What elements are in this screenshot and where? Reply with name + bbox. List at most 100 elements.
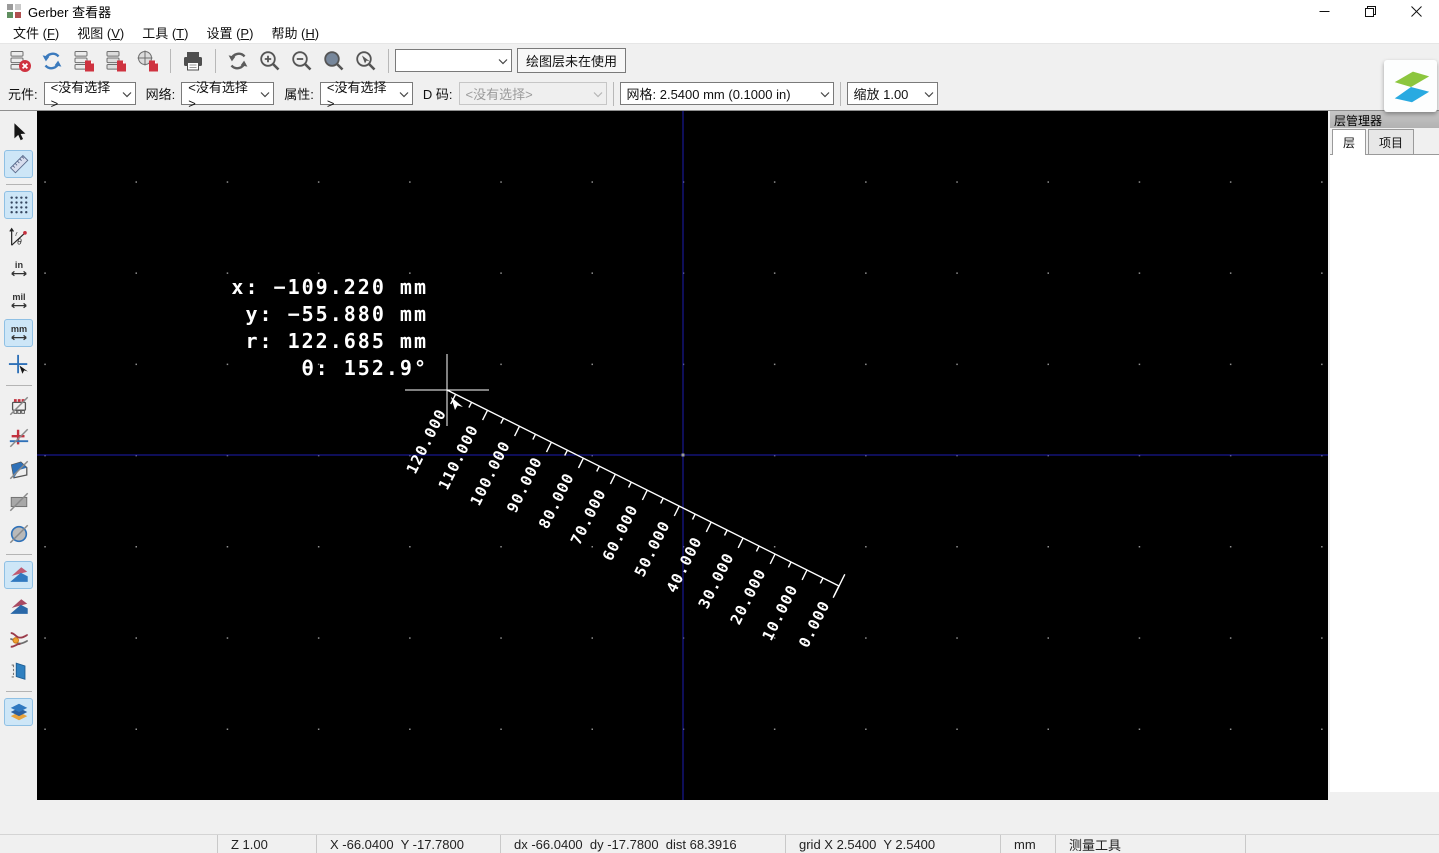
grid-visibility-button[interactable]: [4, 191, 33, 219]
ruler-tick-label: 70.000: [567, 486, 610, 548]
toolbar-separator: [215, 48, 216, 73]
zoom-fit-icon: [324, 50, 344, 70]
open-gerber-icon: [74, 50, 94, 71]
units-inches-button[interactable]: in: [4, 255, 33, 283]
open-drill-file-button[interactable]: [100, 47, 132, 75]
close-button[interactable]: [1393, 0, 1439, 22]
tab-items[interactable]: 项目: [1368, 129, 1415, 154]
sketch-polygons-button[interactable]: [4, 456, 33, 484]
layer-manager-caption[interactable]: 层管理器: [1330, 111, 1439, 128]
attribute-label: 属性:: [284, 87, 314, 102]
sketch-lines-icon: [9, 428, 28, 448]
open-gerber-file-button[interactable]: [68, 47, 100, 75]
zoom-combobox[interactable]: 缩放 1.00: [846, 82, 938, 105]
restore-button[interactable]: [1347, 0, 1393, 22]
chevron-down-icon: [918, 86, 934, 101]
units-mils-button[interactable]: mil: [4, 287, 33, 315]
chevron-down-icon: [814, 86, 830, 101]
select-tool-button[interactable]: [4, 118, 33, 146]
mouse-cursor-icon: [451, 397, 463, 410]
zoom-in-button[interactable]: [254, 47, 286, 75]
svg-text:θ: θ: [17, 237, 22, 246]
grid-combobox[interactable]: 网格: 2.5400 mm (0.1000 in): [619, 82, 834, 105]
chevron-down-icon: [492, 53, 508, 68]
dcode-combobox[interactable]: <没有选择>: [458, 82, 607, 105]
grid-value: 网格: 2.5400 mm (0.1000 in): [626, 87, 791, 102]
readout-line: r: 122.685 mm: [245, 329, 428, 353]
layer-manager-panel: 层管理器 层 项目: [1328, 111, 1439, 800]
menu-tools[interactable]: 工具 (T): [133, 22, 197, 43]
clear-all-layers-button[interactable]: [4, 47, 36, 75]
show-negative-objects-button[interactable]: [4, 488, 33, 516]
redraw-button[interactable]: [222, 47, 254, 75]
polar-coords-icon: r θ: [8, 227, 27, 246]
net-combobox[interactable]: <没有选择>: [181, 80, 275, 111]
open-job-file-button[interactable]: [132, 47, 164, 75]
component-value: <没有选择>: [50, 79, 111, 111]
statusbar-units: mm: [1000, 835, 1055, 853]
layer-select-combobox[interactable]: [395, 49, 512, 72]
component-label: 元件:: [8, 87, 38, 102]
tab-layers[interactable]: 层: [1332, 129, 1367, 155]
open-job-icon: [137, 50, 158, 71]
layer-manager-toggle-button[interactable]: [4, 698, 33, 726]
window-title: Gerber 查看器: [28, 4, 112, 20]
high-contrast-icon: [9, 632, 28, 648]
measure-readout: x: −109.220 mm y: −55.880 mm r: 122.685 mm…: [231, 275, 428, 380]
left-toolbar: r θ in mil mm: [0, 111, 37, 800]
layer-status-label: 绘图层未在使用: [517, 48, 627, 73]
ruler-tick-label: 60.000: [599, 502, 642, 564]
high-contrast-mode-button[interactable]: [4, 625, 33, 653]
readout-line: θ: 152.9°: [302, 356, 428, 380]
ruler-tick-label: 10.000: [759, 582, 802, 644]
titlebar[interactable]: Gerber 查看器: [0, 0, 1439, 22]
menu-help[interactable]: 帮助 (H): [262, 22, 328, 43]
zoom-out-button[interactable]: [286, 47, 318, 75]
app-icon: [6, 3, 22, 19]
cursor-shape-button[interactable]: [4, 351, 33, 379]
layer-list[interactable]: [1330, 154, 1439, 792]
gerber-canvas[interactable]: 0.000 10.000 20.000 30.000 40.000 50.000 60.00…: [37, 111, 1328, 800]
s-logo-overlay[interactable]: [1384, 60, 1437, 112]
minimize-button[interactable]: [1301, 0, 1347, 22]
clear-layers-icon: [10, 50, 31, 72]
component-combobox[interactable]: <没有选择>: [43, 80, 136, 111]
measure-tool-button[interactable]: [4, 150, 33, 178]
net-value: <没有选择>: [188, 79, 248, 111]
svg-text:mm: mm: [10, 324, 26, 334]
zoom-out-icon: [292, 50, 312, 70]
gerber-canvas-svg[interactable]: 0.00010.00020.00030.00040.00050.00060.00…: [37, 111, 1328, 800]
menu-file[interactable]: 文件 (F): [4, 22, 68, 43]
menu-view[interactable]: 视图 (V): [68, 22, 133, 43]
reload-all-layers-button[interactable]: [36, 47, 68, 75]
cursor-icon: [13, 123, 25, 141]
statusbar-position: X -66.0400 Y -17.7800: [316, 835, 500, 853]
diff-mode-icon: [9, 567, 28, 582]
main-toolbar: 绘图层未在使用: [0, 44, 1439, 77]
flip-view-button[interactable]: [4, 657, 33, 685]
zoom-in-icon: [260, 50, 280, 70]
dcodes-icon: [9, 524, 28, 544]
xor-mode-button[interactable]: [4, 593, 33, 621]
polar-coordinates-button[interactable]: r θ: [4, 223, 33, 251]
menu-preferences[interactable]: 设置 (P): [197, 22, 262, 43]
sketch-flashed-items-button[interactable]: [4, 392, 33, 420]
sketch-flashed-icon: [9, 396, 28, 416]
zoom-to-fit-button[interactable]: [318, 47, 350, 75]
units-mm-button[interactable]: mm: [4, 319, 33, 347]
s-logo-icon: [1394, 71, 1429, 103]
ruler-tick-label: 30.000: [695, 550, 738, 612]
ruler-tick-label: 80.000: [535, 470, 578, 532]
show-dcodes-button[interactable]: [4, 520, 33, 548]
statusbar-grid: grid X 2.5400 Y 2.5400: [785, 835, 1000, 853]
units-in-icon: in: [10, 260, 27, 277]
print-button[interactable]: [177, 47, 209, 75]
diff-mode-button[interactable]: [4, 561, 33, 589]
sketch-lines-button[interactable]: [4, 424, 33, 452]
attribute-combobox[interactable]: <没有选择>: [319, 80, 413, 111]
svg-text:mil: mil: [12, 292, 25, 302]
zoom-to-selection-button[interactable]: [350, 47, 382, 75]
statusbar: Z 1.00 X -66.0400 Y -17.7800 dx -66.0400…: [0, 834, 1439, 853]
toolbar-separator: [388, 48, 389, 73]
origin-marker: [681, 453, 685, 457]
